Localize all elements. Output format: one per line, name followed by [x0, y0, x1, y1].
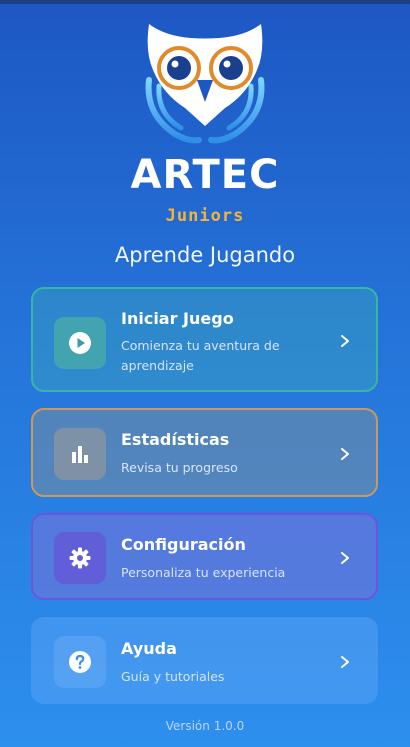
- menu-item-help[interactable]: Ayuda Guía y tutoriales: [31, 617, 378, 704]
- menu-item-title: Estadísticas: [121, 430, 230, 449]
- help-icon-box: [54, 636, 106, 688]
- menu-item-start-game[interactable]: Iniciar Juego Comienza tu aventura de ap…: [31, 287, 378, 392]
- owl-logo-icon: [145, 24, 265, 144]
- menu-item-title: Configuración: [121, 535, 246, 554]
- gear-icon-box: [54, 532, 106, 584]
- brand-title: ARTEC: [130, 152, 280, 198]
- chevron-right-icon: [341, 448, 349, 460]
- chevron-right-icon: [341, 552, 349, 564]
- bar-chart-icon: [72, 446, 88, 463]
- bar-chart-icon-box: [54, 428, 106, 480]
- menu-item-statistics[interactable]: Estadísticas Revisa tu progreso: [31, 408, 378, 497]
- play-icon: [69, 332, 91, 354]
- menu-item-subtitle: Personaliza tu experiencia: [121, 565, 286, 580]
- chevron-right-icon: [341, 656, 349, 668]
- menu-item-subtitle: Revisa tu progreso: [121, 460, 238, 475]
- play-icon-box: [54, 317, 106, 369]
- menu-item-title: Iniciar Juego: [121, 309, 234, 328]
- menu-item-settings[interactable]: Configuración Personaliza tu experiencia: [31, 513, 378, 600]
- brand-subtitle: Juniors: [165, 206, 245, 226]
- menu-item-subtitle: Comienza tu aventura de aprendizaje: [121, 338, 280, 373]
- status-bar: [0, 0, 410, 4]
- menu-item-title: Ayuda: [121, 639, 177, 658]
- tagline: Aprende Jugando: [114, 243, 296, 267]
- version-label: Versión 1.0.0: [165, 719, 245, 733]
- chevron-right-icon: [341, 335, 349, 347]
- gear-icon: [69, 547, 91, 569]
- help-icon: [69, 651, 91, 673]
- menu-item-subtitle: Guía y tutoriales: [121, 669, 225, 684]
